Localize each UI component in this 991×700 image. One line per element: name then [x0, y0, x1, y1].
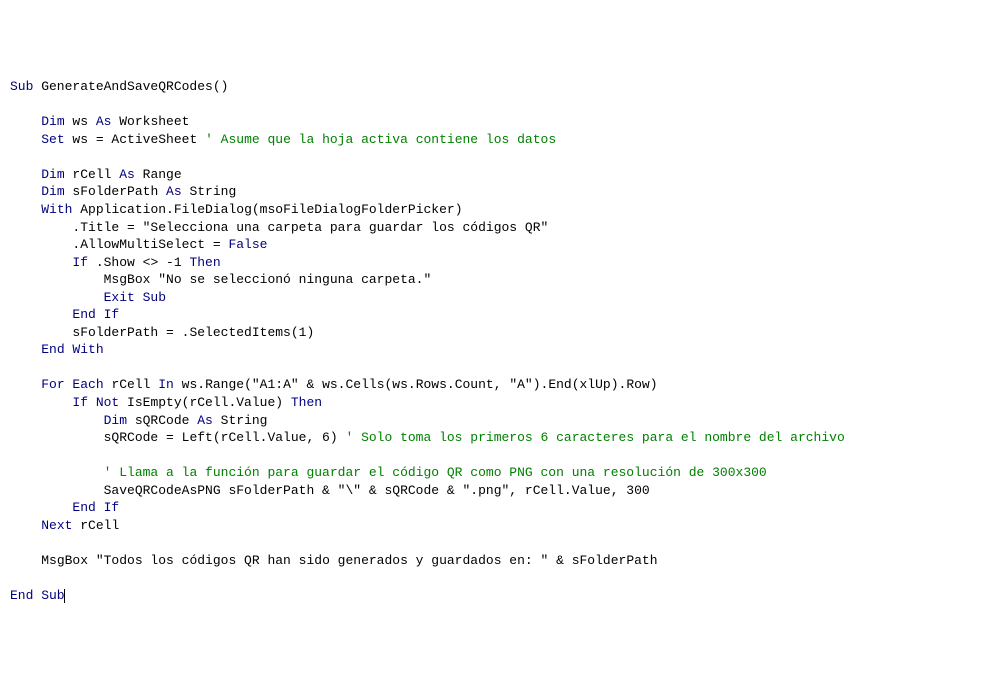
sub-name: GenerateAndSaveQRCodes() [33, 79, 228, 94]
with-body: Application.FileDialog(msoFileDialogFold… [72, 202, 462, 217]
kw-end-if: End If [72, 307, 119, 322]
title-assign: .Title = "Selecciona una carpeta para gu… [72, 220, 548, 235]
type-string: String [213, 413, 268, 428]
kw-in: In [158, 377, 174, 392]
assign-ws: ws = ActiveSheet [65, 132, 205, 147]
var-rcell: rCell [65, 167, 120, 182]
kw-end-with: End With [41, 342, 103, 357]
next-var: rCell [72, 518, 119, 533]
text-cursor [64, 589, 65, 603]
kw-exit-sub: Exit Sub [104, 290, 166, 305]
kw-sub: Sub [10, 79, 33, 94]
code-block: Sub GenerateAndSaveQRCodes() Dim ws As W… [10, 78, 981, 604]
var-sqrcode: sQRCode [127, 413, 197, 428]
type-range: Range [135, 167, 182, 182]
kw-dim: Dim [104, 413, 127, 428]
kw-then: Then [291, 395, 322, 410]
kw-dim: Dim [41, 184, 64, 199]
msgbox-done: MsgBox "Todos los códigos QR han sido ge… [41, 553, 657, 568]
kw-with: With [41, 202, 72, 217]
comment-call: ' Llama a la función para guardar el cód… [104, 465, 767, 480]
var-sfolder: sFolderPath [65, 184, 166, 199]
kw-next: Next [41, 518, 72, 533]
kw-as: As [166, 184, 182, 199]
kw-end-sub: End Sub [10, 588, 65, 603]
type-worksheet: Worksheet [111, 114, 189, 129]
kw-dim: Dim [41, 114, 64, 129]
type-string: String [182, 184, 237, 199]
sfolder-assign: sFolderPath = .SelectedItems(1) [72, 325, 314, 340]
comment-assume: ' Asume que la hoja activa contiene los … [205, 132, 556, 147]
kw-end-if: End If [72, 500, 119, 515]
kw-set: Set [41, 132, 64, 147]
kw-as: As [119, 167, 135, 182]
multiselect: .AllowMultiSelect = [72, 237, 228, 252]
var-ws: ws [65, 114, 96, 129]
saveqr-call: SaveQRCodeAsPNG sFolderPath & "\" & sQRC… [104, 483, 650, 498]
kw-then: Then [189, 255, 220, 270]
for-range: ws.Range("A1:A" & ws.Cells(ws.Rows.Count… [174, 377, 658, 392]
kw-as: As [96, 114, 112, 129]
comment-left6: ' Solo toma los primeros 6 caracteres pa… [345, 430, 844, 445]
kw-if-not: If Not [72, 395, 119, 410]
kw-false: False [228, 237, 267, 252]
kw-as: As [197, 413, 213, 428]
kw-for-each: For Each [41, 377, 103, 392]
if-cond: .Show <> -1 [88, 255, 189, 270]
sqrcode-assign: sQRCode = Left(rCell.Value, 6) [104, 430, 346, 445]
kw-if: If [72, 255, 88, 270]
for-var: rCell [104, 377, 159, 392]
msgbox-nofolder: MsgBox "No se seleccionó ninguna carpeta… [104, 272, 432, 287]
kw-dim: Dim [41, 167, 64, 182]
if-empty: IsEmpty(rCell.Value) [119, 395, 291, 410]
